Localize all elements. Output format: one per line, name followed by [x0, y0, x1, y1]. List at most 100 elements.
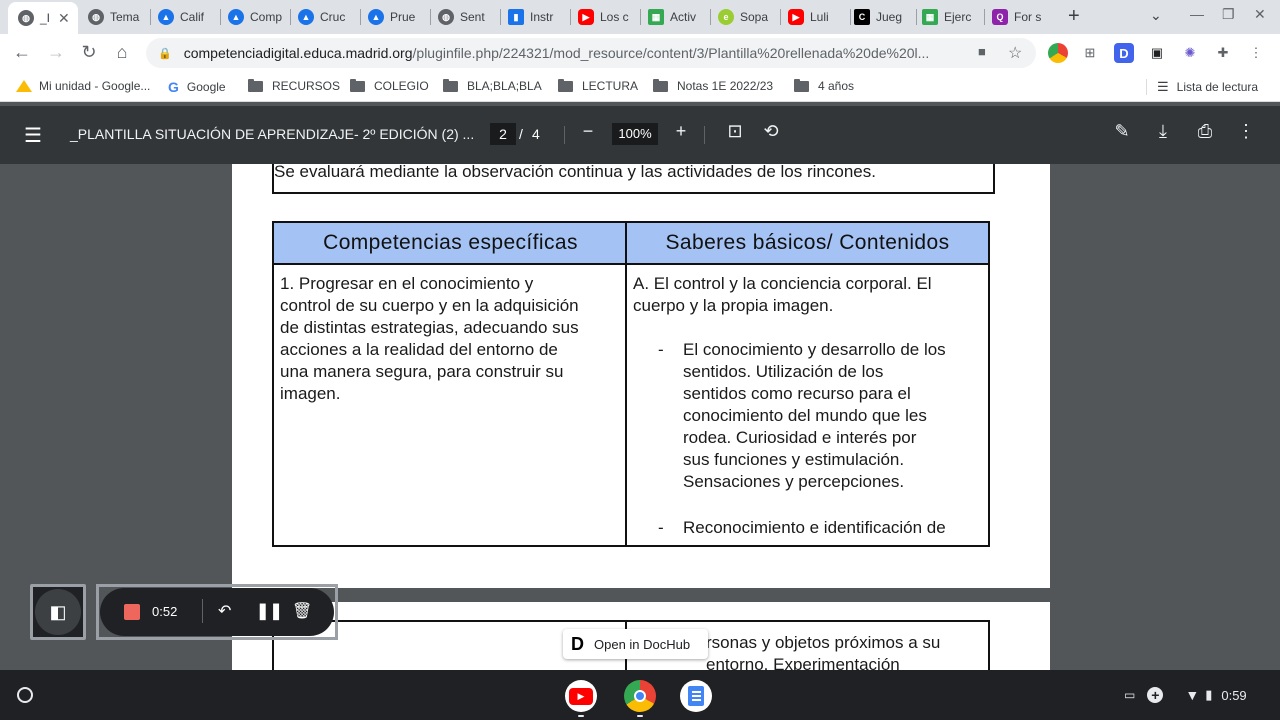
- tab-13[interactable]: ▦ Ejerc: [922, 4, 982, 30]
- home-icon[interactable]: ⌂: [110, 42, 134, 63]
- tab-0[interactable]: ◍ _I ✕: [8, 2, 78, 34]
- tab-3[interactable]: ▲ Comp: [228, 4, 288, 30]
- tab-search-chevron-icon[interactable]: ⌄: [1150, 7, 1162, 24]
- zoom-input[interactable]: 100%: [612, 123, 658, 145]
- page-number-input[interactable]: 2: [490, 123, 516, 145]
- globe-icon: ◍: [18, 10, 34, 26]
- status-tray[interactable]: ▭ + ▼ ▮ 0:59: [1116, 680, 1270, 710]
- text-line: conocimiento del mundo que les: [683, 406, 927, 425]
- lock-icon[interactable]: 🔒: [158, 47, 172, 60]
- saberes-bullet-1: - El conocimiento y desarrollo de los se…: [658, 339, 946, 493]
- puzzle-icon[interactable]: ✚: [1213, 43, 1233, 63]
- youtube-app-icon[interactable]: ▶: [565, 680, 597, 712]
- tab-11[interactable]: ▶ Luli: [788, 4, 848, 30]
- back-arrow-icon[interactable]: ←: [10, 42, 34, 63]
- bookmark-colegio[interactable]: COLEGIO: [350, 78, 429, 93]
- tab-12[interactable]: C Jueg: [854, 4, 914, 30]
- text-line: control de su cuerpo y en la adquisición: [280, 296, 579, 315]
- tab-8[interactable]: ▶ Los c: [578, 4, 638, 30]
- docs-app-icon[interactable]: [680, 680, 712, 712]
- picture-in-picture-icon[interactable]: ▣: [1147, 43, 1167, 63]
- chrome-extension-icon[interactable]: [1048, 43, 1068, 63]
- trash-icon[interactable]: 🗑: [292, 601, 312, 621]
- tab-6[interactable]: ◍ Sent: [438, 4, 498, 30]
- folder-icon: [248, 78, 263, 92]
- zoom-in-icon[interactable]: +: [669, 121, 693, 142]
- bookmark-mi-unidad[interactable]: Mi unidad - Google...: [16, 79, 150, 93]
- more-options-icon[interactable]: ⋮: [1234, 121, 1258, 142]
- clock: 0:59: [1221, 687, 1247, 703]
- tab-divider: [640, 9, 641, 25]
- bookmark-google[interactable]: G Google: [168, 79, 226, 95]
- tab-7[interactable]: ▮ Instr: [508, 4, 568, 30]
- tab-label: Los c: [600, 10, 629, 24]
- close-window-icon[interactable]: ✕: [1254, 6, 1266, 23]
- forward-arrow-icon[interactable]: →: [44, 42, 68, 63]
- text-line: Sensaciones y percepciones.: [683, 472, 905, 491]
- kebab-menu-icon[interactable]: ⋮: [1246, 43, 1266, 63]
- stop-record-button[interactable]: [124, 604, 140, 620]
- globe-icon: ◍: [88, 9, 104, 25]
- url-text[interactable]: competenciadigital.educa.madrid.org/plug…: [184, 45, 964, 61]
- tab-14[interactable]: Q For s: [992, 4, 1052, 30]
- pdf-title: _PLANTILLA SITUACIÓN DE APRENDIZAJE- 2º …: [70, 126, 475, 142]
- bookmark-notas[interactable]: Notas 1E 2022/23: [653, 78, 773, 93]
- undo-icon[interactable]: ↶: [218, 601, 231, 621]
- print-icon[interactable]: ⎙: [1193, 121, 1217, 142]
- tab-label: Cruc: [320, 10, 346, 24]
- minimize-icon[interactable]: —: [1190, 6, 1204, 22]
- launcher-icon[interactable]: [17, 687, 33, 703]
- recorder-camera-button[interactable]: ◧: [30, 584, 86, 640]
- fit-page-icon[interactable]: ⊡: [723, 121, 747, 142]
- restore-icon[interactable]: ❐: [1222, 6, 1235, 23]
- bookmark-label: COLEGIO: [374, 79, 429, 93]
- bookmark-lectura[interactable]: LECTURA: [558, 78, 638, 93]
- grid-extension-icon[interactable]: ⊞: [1080, 43, 1100, 63]
- folder-icon: [653, 78, 668, 92]
- pause-icon[interactable]: ❚❚: [256, 601, 283, 621]
- bookmark-blablabla[interactable]: BLA;BLA;BLA: [443, 78, 542, 93]
- gear-extension-icon[interactable]: ✺: [1180, 43, 1200, 63]
- close-icon[interactable]: ✕: [58, 10, 70, 27]
- zoom-out-icon[interactable]: −: [576, 121, 600, 142]
- text-line: A. El control y la conciencia corporal. …: [633, 274, 932, 293]
- bookmark-label: BLA;BLA;BLA: [467, 79, 542, 93]
- download-icon[interactable]: ⤓: [1151, 121, 1175, 142]
- open-in-dochub-button[interactable]: D Open in DocHub: [563, 629, 708, 659]
- camera-icon[interactable]: ■: [978, 44, 986, 59]
- toolbar-divider: [704, 126, 705, 144]
- tab-5[interactable]: ▲ Prue: [368, 4, 428, 30]
- pdf-page-2: Se evaluará mediante la observación cont…: [232, 164, 1050, 588]
- d-extension-icon[interactable]: D: [1114, 43, 1134, 63]
- tab-label: Comp: [250, 10, 283, 24]
- evaluation-box: Se evaluará mediante la observación cont…: [272, 164, 995, 194]
- tab-1[interactable]: ◍ Tema: [88, 4, 148, 30]
- reload-icon[interactable]: ↻: [77, 42, 101, 63]
- chrome-app-icon[interactable]: [624, 680, 656, 712]
- address-bar[interactable]: 🔒 competenciadigital.educa.madrid.org/pl…: [146, 38, 1036, 68]
- bookmarks-bar: Mi unidad - Google... G Google RECURSOS …: [0, 72, 1280, 102]
- header-competencias: Competencias específicas: [274, 223, 627, 265]
- tab-strip: ◍ _I ✕ ◍ Tema ▲ Calif ▲ Comp ▲ Cruc ▲ Prue ◍ S…: [0, 0, 1280, 34]
- hamburger-menu-icon[interactable]: ☰: [24, 123, 42, 148]
- tab-2[interactable]: ▲ Calif: [158, 4, 218, 30]
- new-tab-button[interactable]: +: [1068, 5, 1080, 28]
- bookmark-4-anos[interactable]: 4 años: [794, 78, 854, 93]
- tab-4[interactable]: ▲ Cruc: [298, 4, 358, 30]
- reading-list-button[interactable]: ☰ Lista de lectura: [1157, 79, 1258, 95]
- pen-icon[interactable]: ✎: [1110, 121, 1134, 142]
- video-camera-icon: ◧: [35, 589, 81, 635]
- recorder-controls: 0:52 ↶ ❚❚ 🗑: [100, 588, 334, 636]
- tab-10[interactable]: e Sopa: [718, 4, 778, 30]
- bar-chart-icon: ▮: [508, 9, 524, 25]
- grid-app-icon: ▦: [648, 9, 664, 25]
- tab-label: Ejerc: [944, 10, 972, 24]
- saberes-intro-text: A. El control y la conciencia corporal. …: [633, 273, 932, 317]
- bookmark-recursos[interactable]: RECURSOS: [248, 78, 340, 93]
- rotate-icon[interactable]: ⟲: [759, 121, 783, 142]
- add-circle-icon: +: [1147, 687, 1164, 703]
- header-saberes: Saberes básicos/ Contenidos: [627, 223, 988, 265]
- tab-9[interactable]: ▦ Activ: [648, 4, 708, 30]
- star-icon[interactable]: ☆: [1008, 43, 1022, 63]
- tab-divider: [430, 9, 431, 25]
